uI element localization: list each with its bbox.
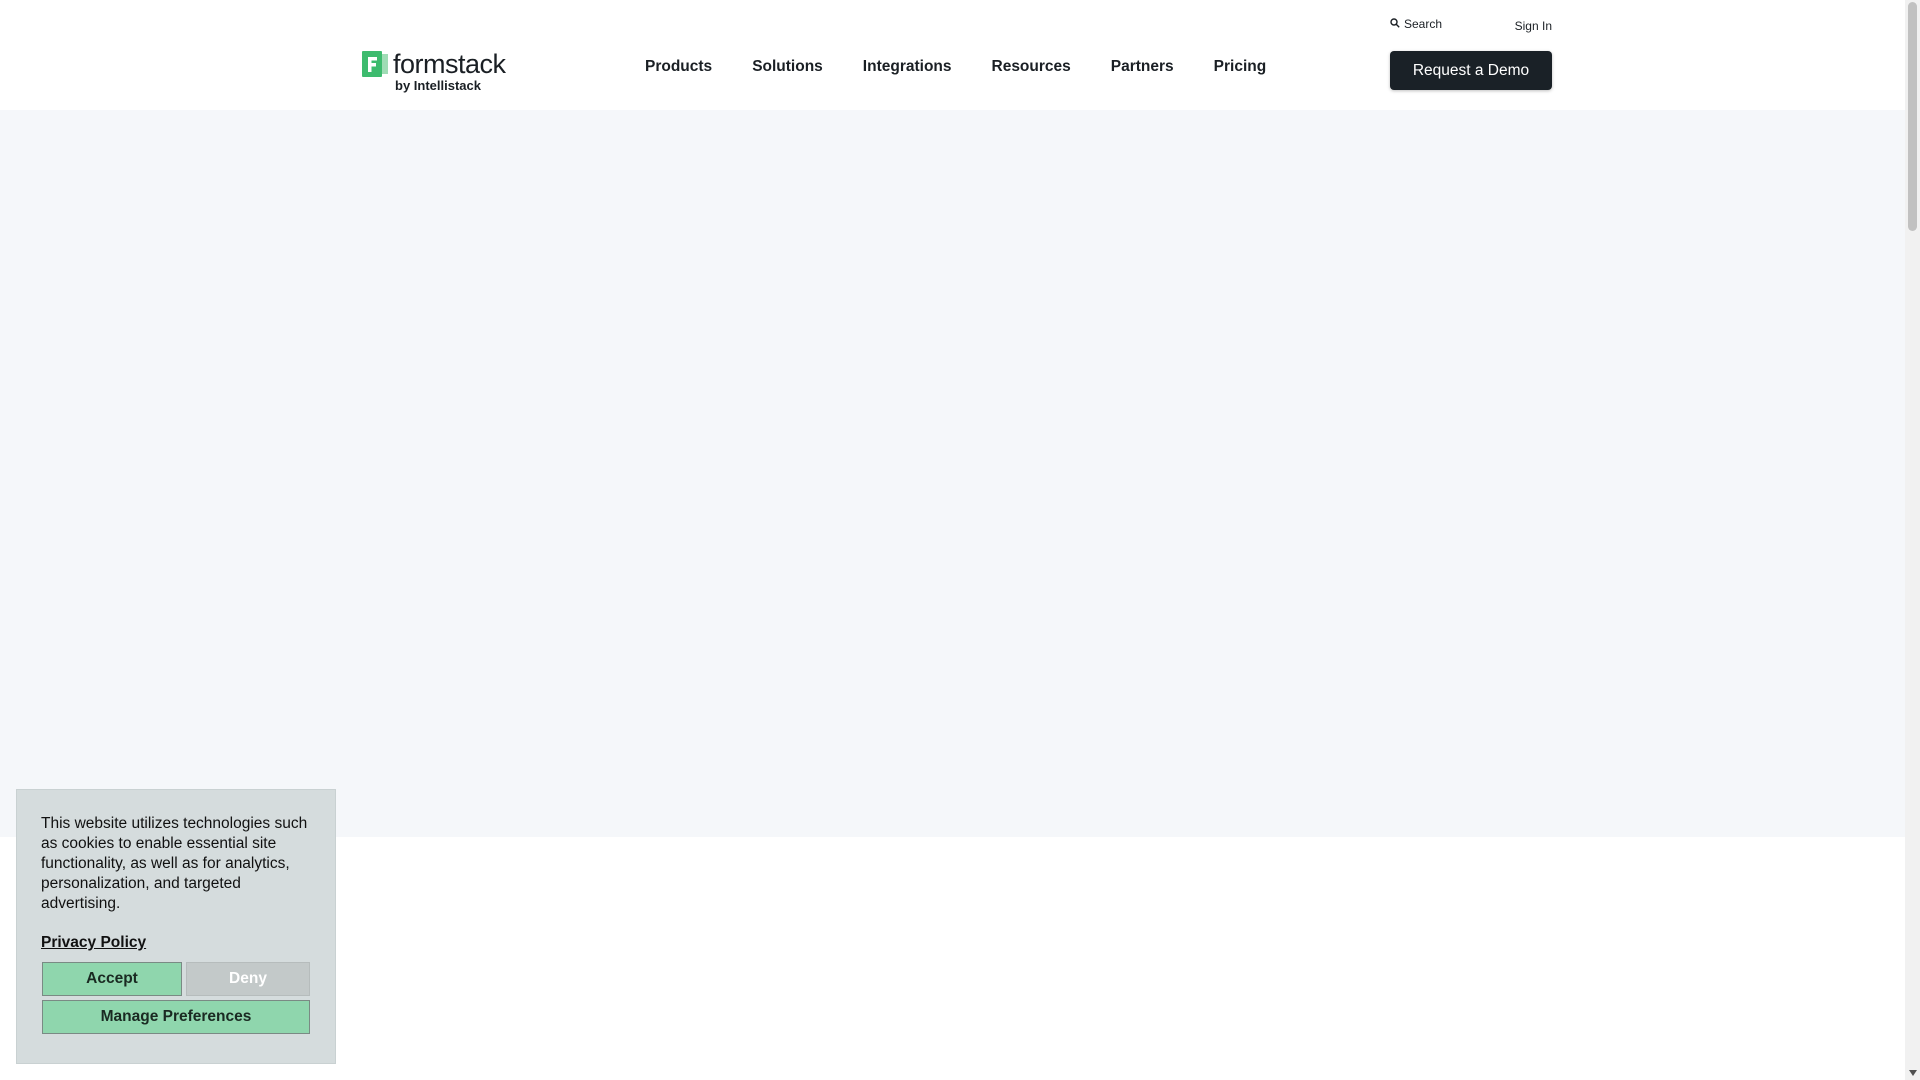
hero-section (0, 110, 1905, 837)
privacy-policy-link[interactable]: Privacy Policy (41, 934, 146, 952)
deny-button[interactable]: Deny (186, 962, 310, 996)
logo-wordmark: formstack (393, 49, 506, 79)
search-icon (1390, 17, 1400, 31)
nav-item-integrations[interactable]: Integrations (863, 58, 952, 76)
nav-item-solutions[interactable]: Solutions (752, 58, 823, 76)
main-nav: Products Solutions Integrations Resource… (645, 58, 1266, 76)
logo-text: formstack by Intellistack (393, 51, 506, 93)
page: formstack by Intellistack Search Sign In… (0, 0, 1920, 1080)
search-link[interactable]: Search (1390, 17, 1442, 31)
cookie-button-row: Accept Deny (42, 962, 311, 996)
nav-item-partners[interactable]: Partners (1111, 58, 1174, 76)
nav-item-pricing[interactable]: Pricing (1214, 58, 1267, 76)
utility-nav: Search Sign In (1388, 14, 1554, 36)
formstack-logo-icon (362, 51, 388, 77)
nav-item-resources[interactable]: Resources (992, 58, 1071, 76)
page-scrollbar[interactable] (1905, 0, 1920, 1080)
site-header: formstack by Intellistack Search Sign In… (0, 0, 1905, 110)
scroll-down-arrow-icon[interactable] (1908, 1068, 1917, 1078)
request-demo-button[interactable]: Request a Demo (1390, 51, 1552, 90)
scrollbar-thumb[interactable] (1908, 2, 1917, 231)
accept-button[interactable]: Accept (42, 962, 182, 996)
search-label: Search (1404, 17, 1443, 31)
formstack-logo[interactable]: formstack by Intellistack (362, 51, 506, 93)
sign-in-link[interactable]: Sign In (1515, 19, 1552, 33)
nav-item-products[interactable]: Products (645, 58, 712, 76)
cookie-banner: This website utilizes technologies such … (16, 789, 336, 1064)
cookie-message: This website utilizes technologies such … (41, 815, 308, 912)
manage-preferences-button[interactable]: Manage Preferences (42, 1000, 310, 1034)
logo-byline: by Intellistack (395, 78, 481, 93)
